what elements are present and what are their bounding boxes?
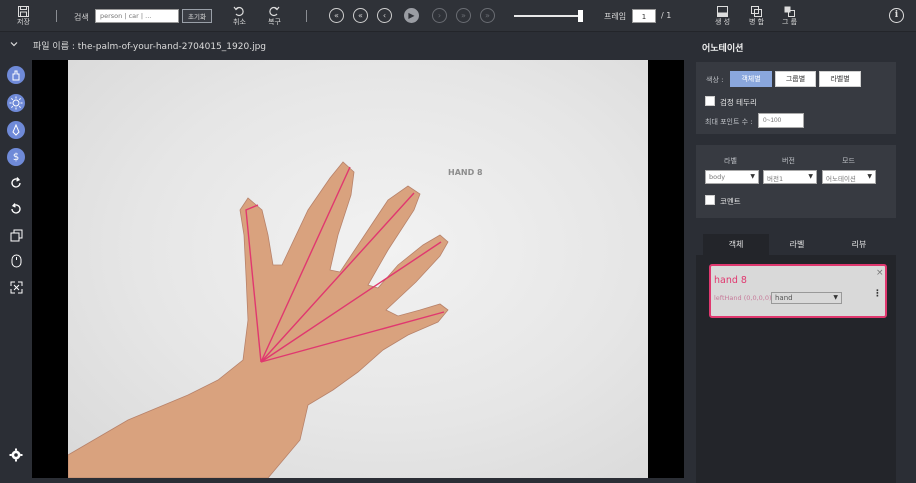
photo[interactable]: HAND 8 [68, 60, 648, 478]
caret-down-icon: ▼ [867, 173, 872, 180]
save-button[interactable]: 저장 [17, 6, 30, 27]
group-icon [784, 6, 796, 17]
create-icon [717, 6, 729, 17]
object-card[interactable] [709, 264, 887, 318]
create-label: 생 성 [715, 18, 731, 26]
brightness-icon[interactable] [7, 94, 25, 112]
redo-label: 복구 [268, 18, 281, 26]
caret-down-icon: ▼ [750, 173, 755, 180]
settings-icon[interactable] [7, 446, 25, 464]
group-label: 그 룹 [782, 18, 798, 26]
label-select-value: body [709, 173, 726, 181]
object-card-title: hand 8 [714, 275, 747, 286]
undo-label: 취소 [233, 18, 246, 26]
comment-label: 코멘트 [720, 197, 741, 206]
frame-slider-track[interactable] [514, 15, 582, 17]
tab-review[interactable]: 리뷰 [826, 234, 892, 255]
prev-frame-button[interactable]: ‹ [377, 8, 392, 23]
first-frame-button[interactable]: « [329, 8, 344, 23]
group-button[interactable]: 그 룹 [782, 6, 797, 27]
copy-icon[interactable] [7, 226, 25, 244]
black-border-label: 검정 테두리 [720, 98, 757, 107]
reset-button[interactable]: 초기화 [182, 9, 212, 23]
object-label-select[interactable]: hand ▼ [771, 292, 842, 304]
mode-select-value: 어노테이션 [826, 175, 856, 183]
left-toolbar: $ [0, 58, 32, 483]
prev-fast-button[interactable]: « [353, 8, 368, 23]
close-icon[interactable]: × [876, 268, 884, 278]
top-toolbar: 저장 검색 초기화 취소 복구 « « ‹ ▶ › » » 프레임 1 / 1 … [0, 0, 916, 32]
frame-input[interactable]: 1 [632, 9, 656, 23]
panel-title: 어노테이션 [702, 44, 744, 54]
tab-labels[interactable]: 라벨 [764, 234, 830, 255]
more-options-icon[interactable]: ⋮ [873, 290, 882, 299]
black-border-checkbox[interactable] [705, 96, 715, 106]
toolbar-divider [56, 10, 57, 22]
caret-down-icon: ▼ [833, 294, 838, 301]
next-fast-button[interactable]: » [456, 8, 471, 23]
info-icon[interactable]: i [889, 8, 904, 23]
version-select[interactable]: 버전1 ▼ [763, 170, 817, 184]
chevron-down-icon[interactable] [10, 40, 18, 48]
object-card-subtitle: leftHand (0,0,0,0) [714, 294, 772, 302]
label-select[interactable]: body ▼ [705, 170, 759, 184]
merge-button[interactable]: 병 합 [749, 6, 764, 27]
rotate-cw-icon[interactable] [7, 174, 25, 192]
undo-icon [233, 6, 245, 17]
filter-label-title: 라벨 [724, 157, 737, 165]
panel-tabs: 객체 라벨 리뷰 [696, 234, 896, 255]
comment-checkbox[interactable] [705, 195, 715, 205]
max-points-input[interactable] [758, 113, 804, 128]
mouse-icon[interactable] [7, 252, 25, 270]
mode-select[interactable]: 어노테이션 ▼ [822, 170, 876, 184]
pen-nib-icon[interactable] [7, 121, 25, 139]
frame-label: 프레임 [604, 12, 627, 21]
color-mode-label[interactable]: 라벨별 [819, 71, 861, 87]
color-mode-object[interactable]: 객체별 [730, 71, 772, 87]
object-tag-label: HAND 8 [448, 168, 483, 177]
next-frame-button[interactable]: › [432, 8, 447, 23]
filter-mode-title: 모드 [842, 157, 855, 165]
hand-annotation-layer[interactable] [68, 60, 648, 478]
caret-down-icon: ▼ [808, 173, 813, 180]
hand-drag-icon[interactable] [7, 66, 25, 84]
tab-objects[interactable]: 객체 [703, 234, 769, 255]
fullscreen-icon[interactable] [7, 278, 25, 296]
last-frame-button[interactable]: » [480, 8, 495, 23]
redo-icon [269, 6, 280, 17]
save-icon [17, 6, 29, 17]
color-mode-group[interactable]: 그룹별 [775, 71, 816, 87]
filter-version-title: 버전 [782, 157, 795, 165]
frame-total: / 1 [661, 11, 672, 20]
search-label: 검색 [74, 13, 89, 22]
rotate-ccw-icon[interactable] [7, 200, 25, 218]
undo-button[interactable]: 취소 [233, 5, 246, 27]
merge-icon [751, 6, 763, 17]
frame-slider-handle[interactable] [578, 10, 583, 22]
version-select-value: 버전1 [767, 175, 784, 183]
create-button[interactable]: 생 성 [715, 6, 730, 27]
image-canvas[interactable]: HAND 8 [32, 60, 684, 478]
hand-shape [68, 161, 449, 478]
play-button[interactable]: ▶ [404, 8, 419, 23]
save-label: 저장 [17, 18, 30, 26]
merge-label: 병 합 [749, 18, 765, 26]
redo-button[interactable]: 복구 [268, 5, 281, 27]
search-input[interactable] [95, 9, 179, 23]
object-label-value: hand [775, 294, 793, 302]
color-label: 색상 : [706, 76, 724, 84]
toolbar-divider [306, 10, 307, 22]
max-points-label: 최대 포인트 수 : [705, 118, 753, 126]
dollar-tool-icon[interactable]: $ [7, 148, 25, 166]
file-name: 파일 이름 : the-palm-of-your-hand-2704015_19… [33, 42, 267, 52]
